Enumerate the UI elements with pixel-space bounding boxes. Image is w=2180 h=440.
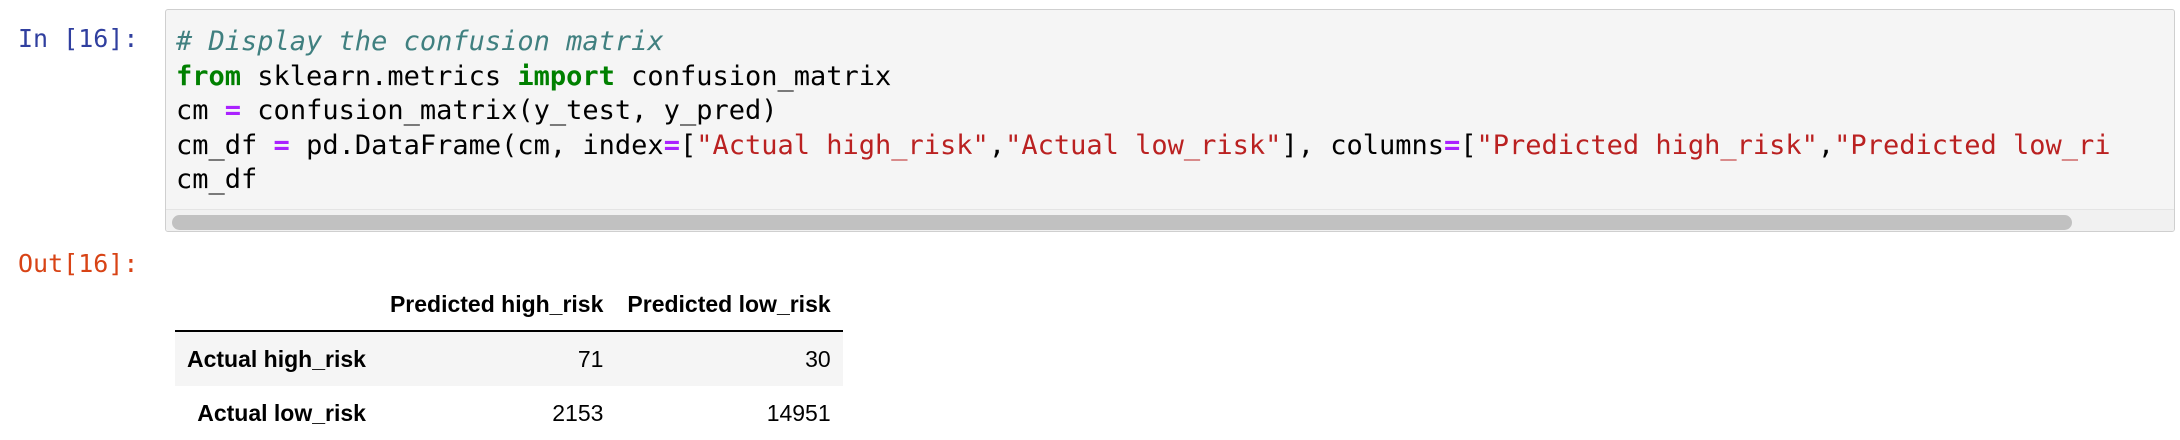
horizontal-scrollbar[interactable] [166, 209, 2174, 231]
code-token-keyword: from [176, 60, 242, 92]
code-token-keyword: import [517, 60, 615, 92]
code-token-plain: ], columns [1281, 129, 1444, 161]
code-token-plain: confusion_matrix(y_test, y_pred) [241, 95, 778, 126]
row-header-actual-low-risk: Actual low_risk [197, 399, 366, 426]
table-header-row: Predicted high_risk Predicted low_risk [175, 278, 843, 332]
scrollbar-thumb[interactable] [172, 215, 2072, 230]
code-token-string: "Predicted low_ri [1834, 129, 2111, 161]
code-token-comment: # Display the confusion matrix [176, 26, 664, 57]
input-prompt: In [16]: [18, 24, 139, 53]
code-token-plain: [ [679, 129, 697, 161]
code-line: # Display the confusion matrix [176, 25, 2111, 60]
code-token-plain: [ [1460, 129, 1477, 161]
code-token-plain: cm [176, 95, 225, 126]
confusion-matrix-table: Predicted high_risk Predicted low_risk A… [175, 278, 843, 440]
output-prompt: Out[16]: [18, 249, 139, 278]
column-header-predicted-low-risk: Predicted low_risk [615, 278, 843, 332]
column-header-predicted-high-risk: Predicted high_risk [377, 278, 616, 332]
code-token-plain: sklearn.metrics [241, 60, 518, 92]
code-token-string: "Actual low_risk" [1005, 129, 1282, 161]
code-token-plain: cm_df [176, 129, 274, 161]
table-cell: 14951 [766, 399, 831, 426]
code-token-plain: , [988, 129, 1006, 161]
table-corner-cell [175, 278, 378, 332]
table-cell: 30 [805, 345, 831, 372]
code-line: cm_df = pd.DataFrame(cm, index=["Actual … [176, 129, 2111, 164]
table-row: Actual high_risk 71 30 [175, 331, 843, 386]
code-token-op: = [224, 95, 242, 126]
code-token-op: = [1444, 129, 1461, 161]
code-token-string: "Predicted high_risk" [1476, 129, 1818, 161]
code-line: from sklearn.metrics import confusion_ma… [176, 60, 2111, 95]
code-token-string: "Actual high_risk" [696, 129, 989, 161]
code-token-op: = [663, 129, 680, 161]
code-line: cm = confusion_matrix(y_test, y_pred) [176, 94, 2111, 129]
row-header-actual-high-risk: Actual high_risk [187, 345, 366, 372]
code-token-plain: confusion_matrix [614, 60, 892, 92]
table-row: Actual low_risk 2153 14951 [175, 386, 843, 440]
code-token-op: = [273, 129, 290, 161]
table-cell: 2153 [552, 399, 604, 426]
table-cell: 71 [577, 345, 604, 372]
code-token-plain: pd.DataFrame(cm, index [289, 129, 664, 161]
code-line: cm_df [176, 163, 2111, 198]
code-cell-editor[interactable]: # Display the confusion matrix from sklea… [165, 9, 2175, 232]
code-token-plain: , [1817, 129, 1835, 161]
code-token-plain: cm_df [176, 164, 258, 195]
code-block[interactable]: # Display the confusion matrix from sklea… [176, 25, 2111, 198]
